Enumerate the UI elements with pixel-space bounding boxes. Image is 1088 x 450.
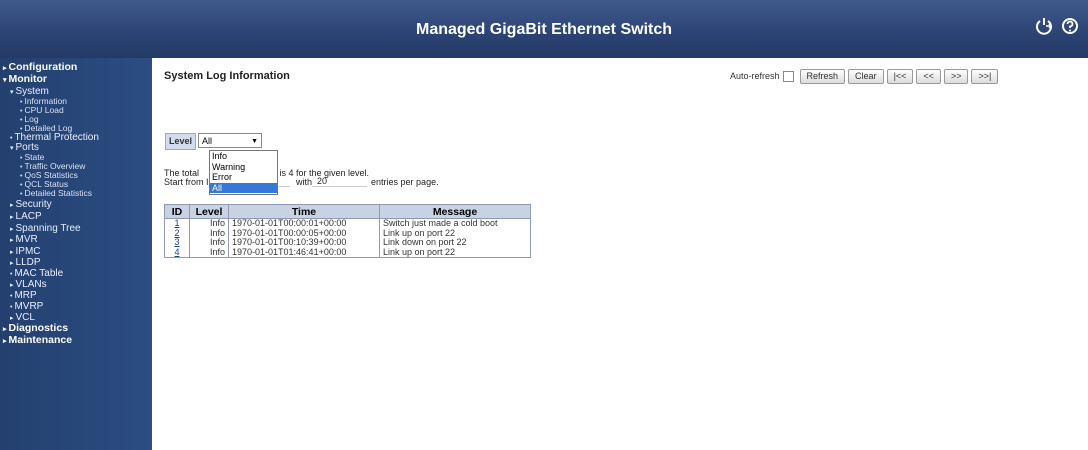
toolbar: Auto-refresh Refresh Clear |<< << >> >>|	[730, 68, 1001, 84]
level-dropdown: Info Warning Error All	[209, 150, 278, 195]
entries-per-page-label: entries per page.	[371, 176, 439, 187]
app-header: Managed GigaBit Ethernet Switch	[0, 0, 1088, 58]
prev-page-button[interactable]: <<	[916, 68, 941, 84]
log-time: 1970-01-01T00:10:39+00:00	[232, 237, 347, 247]
sidebar-item-label: MAC Table	[14, 268, 64, 279]
sidebar-item-label: LACP	[15, 211, 42, 222]
chevron-right-icon: ▸	[10, 260, 14, 267]
log-level: Info	[209, 218, 225, 228]
log-time: 1970-01-01T00:00:05+00:00	[232, 227, 347, 238]
sidebar-item-label: Monitor	[8, 73, 48, 85]
sidebar-item-label: MVR	[15, 234, 38, 245]
log-level: Info	[209, 237, 225, 247]
sidebar-item-security[interactable]: ▸ Security	[10, 199, 52, 211]
next-page-button[interactable]: >>	[943, 68, 969, 84]
chevron-right-icon: ▸	[3, 338, 7, 345]
sidebar-item-label: LLDP	[15, 257, 41, 268]
sidebar-item-label: Configuration	[8, 61, 78, 73]
sidebar-item-label: Security	[15, 199, 52, 210]
log-id-link[interactable]: 1	[174, 218, 179, 228]
logout-icon[interactable]	[1034, 16, 1054, 36]
bullet-icon: •	[20, 191, 23, 198]
sidebar-item-label: Maintenance	[8, 334, 73, 346]
sidebar-item-label: IPMC	[15, 246, 41, 257]
log-time: 1970-01-01T01:46:41+00:00	[232, 246, 347, 257]
chevron-right-icon: ▸	[10, 214, 14, 221]
per-page-input[interactable]: 20	[312, 176, 368, 187]
clear-button[interactable]: Clear	[848, 68, 884, 84]
sidebar-item-label: VLANs	[15, 279, 47, 290]
sidebar-item-label: MRP	[14, 290, 37, 301]
sidebar-item-maintenance[interactable]: ▸ Maintenance	[3, 335, 72, 347]
column-header-level: Level	[189, 204, 229, 219]
sidebar-item-lacp[interactable]: ▸ LACP	[10, 211, 42, 223]
level-option-warning[interactable]: Warning	[210, 162, 277, 173]
level-label: Level	[165, 133, 197, 150]
sidebar-item-label: Detailed Statistics	[24, 188, 93, 198]
app-title: Managed GigaBit Ethernet Switch	[415, 21, 673, 38]
refresh-button[interactable]: Refresh	[799, 68, 846, 84]
sidebar-item-mvr[interactable]: ▸ MVR	[10, 234, 38, 246]
log-table: ID Level Time Message 1 Info 1970-01-01T00…	[164, 204, 531, 258]
column-header-id: ID	[164, 204, 190, 219]
level-option-info[interactable]: Info	[210, 151, 277, 162]
sidebar-item-label: Diagnostics	[8, 322, 69, 334]
log-message: Link down on port 22	[383, 237, 467, 247]
chevron-right-icon: ▸	[3, 65, 7, 72]
chevron-down-icon: ▼	[251, 138, 259, 145]
log-level: Info	[209, 246, 225, 257]
log-id-link[interactable]: 3	[174, 237, 179, 247]
start-from-label: Start from ID	[164, 176, 216, 187]
chevron-right-icon: ▸	[10, 202, 14, 209]
pagination-row: Start from ID 1 with 20 entries per page…	[164, 176, 439, 187]
log-message: Link up on port 22	[383, 246, 456, 257]
bullet-icon: •	[10, 304, 13, 311]
table-cell: Link up on port 22	[379, 246, 531, 258]
auto-refresh-label: Auto-refresh	[730, 71, 780, 81]
level-select-value: All	[202, 136, 213, 146]
table-cell: 1970-01-01T01:46:41+00:00	[228, 246, 380, 258]
table-cell: Info	[189, 246, 229, 258]
page-title: System Log Information	[164, 70, 290, 82]
chevron-right-icon: ▸	[3, 326, 7, 333]
bullet-icon: •	[10, 135, 13, 142]
level-filter: Level All ▼	[165, 133, 263, 150]
chevron-right-icon: ▸	[10, 226, 14, 233]
sidebar-item-label: Spanning Tree	[15, 223, 81, 234]
chevron-right-icon: ▸	[10, 249, 14, 256]
first-page-button[interactable]: |<<	[886, 68, 914, 84]
main-content: System Log Information Auto-refresh Refr…	[152, 58, 1088, 450]
chevron-down-icon: ▾	[10, 89, 14, 96]
chevron-right-icon: ▸	[10, 315, 14, 322]
bullet-icon: •	[10, 271, 13, 278]
column-header-time: Time	[228, 204, 380, 219]
log-message: Switch just made a cold boot	[383, 218, 498, 228]
bullet-icon: •	[10, 293, 13, 300]
with-label: with	[296, 176, 313, 187]
log-time: 1970-01-01T00:00:01+00:00	[232, 218, 347, 228]
log-id-link[interactable]: 2	[174, 228, 179, 238]
log-message: Link up on port 22	[383, 227, 456, 238]
sidebar-item-monitor[interactable]: ▾ Monitor	[3, 74, 47, 86]
chevron-right-icon: ▸	[10, 237, 14, 244]
sidebar-nav: ▸ Configuration ▾ Monitor ▾ System • Informatio…	[0, 58, 152, 450]
table-row: 4 Info 1970-01-01T01:46:41+00:00 Link up on…	[164, 246, 531, 258]
table-cell: 4	[164, 247, 190, 258]
chevron-down-icon: ▾	[3, 77, 7, 84]
help-icon[interactable]	[1060, 16, 1080, 36]
chevron-down-icon: ▾	[10, 145, 14, 152]
level-select[interactable]: All ▼	[198, 133, 263, 148]
chevron-right-icon: ▸	[10, 282, 14, 289]
sidebar-item-label: MVRP	[14, 301, 44, 312]
level-option-all[interactable]: All	[210, 182, 277, 193]
log-id-link[interactable]: 4	[174, 247, 179, 257]
column-header-message: Message	[379, 204, 531, 219]
last-page-button[interactable]: >>|	[971, 68, 999, 84]
log-level: Info	[209, 227, 225, 238]
level-option-error[interactable]: Error	[210, 172, 277, 183]
auto-refresh-checkbox[interactable]	[782, 70, 794, 82]
